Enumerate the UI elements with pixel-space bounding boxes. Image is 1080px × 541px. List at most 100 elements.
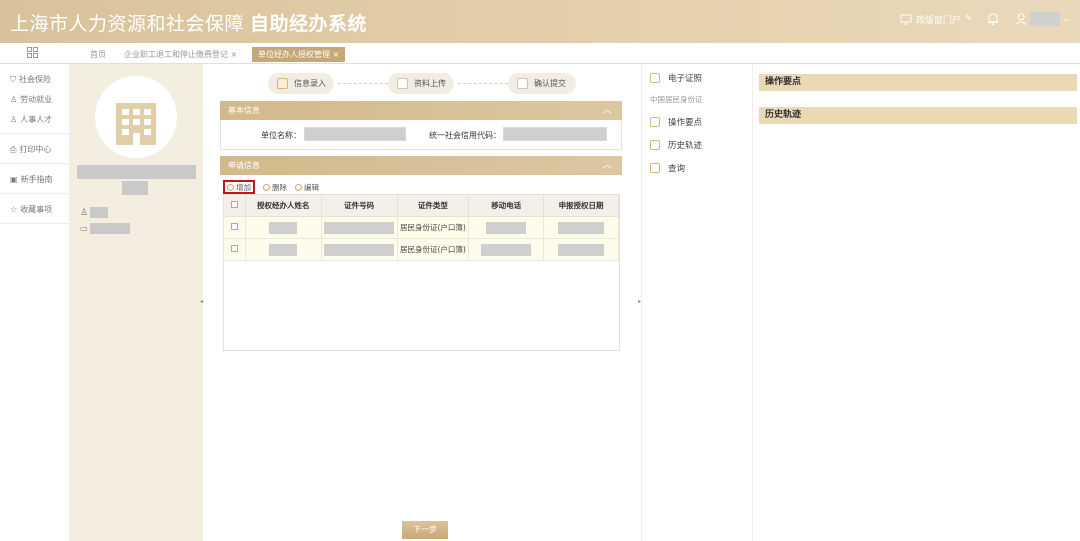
tab-agent-auth[interactable]: 单位经办人授权管理 × [252,47,346,62]
basic-info-header[interactable]: 基本信息 ︿ [220,101,622,120]
agent-name-cell [244,238,322,261]
menu-label: 电子证照 [668,74,703,84]
step-upload[interactable]: 资料上传 [388,73,454,94]
credit-code-value [503,127,607,141]
table-row[interactable]: 居民身份证(户口簿) [223,238,619,261]
step-label: 信息录入 [294,79,326,88]
menu-op-points[interactable]: 操作要点 [650,116,702,128]
edit-icon [295,183,302,191]
check-icon [517,78,528,89]
printer-icon: ⎙ [10,144,17,154]
delete-button[interactable]: 删除 [263,182,287,193]
redacted-value [481,243,532,256]
user-icon [1015,13,1028,26]
chevron-up-icon[interactable]: ︿ [602,101,612,120]
step-info-entry[interactable]: 信息录入 [268,73,334,94]
sidebar-item-favorites[interactable]: ☆ 收藏事项 [10,204,52,215]
op-points-header: 操作要点 [759,74,1077,91]
table-row[interactable]: 居民身份证(户口簿) [223,216,619,239]
user-name-redacted [90,207,109,218]
add-button[interactable]: 增加 [223,180,255,194]
select-all-checkbox-cell[interactable] [223,194,246,217]
id-number-cell [320,216,398,239]
col-agent-name: 授权经办人姓名 [244,194,322,217]
close-icon[interactable]: × [333,50,340,59]
company-name-redacted [77,165,196,179]
redacted-value [486,221,527,234]
divider [0,133,70,134]
document-icon [650,117,660,127]
guide-icon: ▣ [10,175,18,184]
tab-stop-payment[interactable]: 企业职工退工和停止缴费登记 × [118,47,243,62]
star-icon: ☆ [10,205,18,214]
row-checkbox-cell[interactable] [223,216,246,239]
edit-button[interactable]: 编辑 [295,182,319,193]
redacted-value [558,243,605,256]
step-connector [458,83,508,84]
apps-grid-icon[interactable] [27,47,38,61]
sidebar-item-label: 人事人才 [20,115,53,124]
table-header-row: 授权经办人姓名 证件号码 证件类型 移动电话 申报授权日期 [223,194,619,217]
sidebar-item-employment[interactable]: ♙ 劳动就业 [10,94,52,105]
profile-id-row: ▭ [80,223,130,234]
people-icon: ♙ [10,115,18,124]
chevron-up-icon[interactable]: ︿ [602,156,612,175]
apply-info-header[interactable]: 申请信息 ︿ [220,156,622,175]
row-checkbox-cell[interactable] [223,238,246,261]
username-redacted [1030,12,1061,26]
tab-label: 单位经办人授权管理 [258,50,330,59]
mobile-cell [468,216,545,239]
id-number-cell [320,238,398,261]
unit-name-value [304,127,406,141]
close-icon[interactable]: × [231,50,238,59]
redacted-value [269,243,298,256]
sidebar-item-print-center[interactable]: ⎙ 打印中心 [10,144,51,155]
menu-e-license[interactable]: 电子证照 [650,72,702,84]
checkbox[interactable] [230,201,238,208]
delete-label: 删除 [272,182,287,192]
table-toolbar: 增加 删除 编辑 [223,180,319,194]
checkbox[interactable] [230,245,238,252]
collapse-left-icon[interactable]: ◂ [200,298,203,306]
edit-icon: ✎ [964,14,973,24]
side-tools-menu: 电子证照 中国居民身份证 操作要点 历史轨迹 查询 [641,64,753,541]
main-content: 信息录入 资料上传 确认提交 基本信息 ︿ 单位名称： 统一社会信用代码： 申请… [203,64,638,541]
section-title: 基本信息 [228,106,260,115]
sidebar-item-label: 社会保险 [19,75,51,84]
checkbox[interactable] [230,223,238,230]
agent-name-cell [244,216,322,239]
menu-history[interactable]: 历史轨迹 [650,139,702,151]
id-type-cell: 居民身份证(户口簿) [396,238,470,261]
bookmark-icon: ▭ [80,224,88,233]
company-sub-redacted [122,181,148,195]
next-button[interactable]: 下一步 [402,521,448,539]
sidebar: ⛉ 社会保险 ♙ 劳动就业 ♙ 人事人才 ⎙ 打印中心 ▣ 新手指南 ☆ 收藏事项 [0,64,70,541]
mobile-cell [468,238,545,261]
person-icon: ♙ [10,95,18,104]
user-menu[interactable]: ⌄ [1014,12,1070,26]
auth-date-cell [543,238,619,261]
sidebar-item-label: 新手指南 [20,175,53,184]
tab-home[interactable]: 首页 [84,47,112,62]
sidebar-item-personnel[interactable]: ♙ 人事人才 [10,114,52,125]
portal-link[interactable]: 政版窗门户 ✎ [900,13,973,26]
menu-sub-id-card[interactable]: 中国居民身份证 [650,94,703,105]
avatar [95,76,177,158]
redacted-value [558,221,605,234]
sidebar-item-social-insurance[interactable]: ⛉ 社会保险 [10,74,51,85]
step-confirm[interactable]: 确认提交 [508,73,576,94]
user-id-redacted [89,223,130,234]
basic-info-body: 单位名称： 统一社会信用代码： [220,120,622,150]
bell-icon[interactable] [986,12,1000,26]
unit-name-label: 单位名称： [261,131,301,140]
menu-query[interactable]: 查询 [650,162,685,174]
step-connector [338,83,388,84]
profile-user-row: ♙ [80,207,109,218]
upload-icon [397,78,408,89]
step-label: 资料上传 [414,79,446,88]
redacted-value [324,221,395,234]
agent-table: 授权经办人姓名 证件号码 证件类型 移动电话 申报授权日期 居民身份证(户口簿)… [223,194,619,261]
app-title-bold: 自助经办系统 [250,13,368,35]
monitor-icon [900,14,912,24]
sidebar-item-guide[interactable]: ▣ 新手指南 [10,174,53,185]
